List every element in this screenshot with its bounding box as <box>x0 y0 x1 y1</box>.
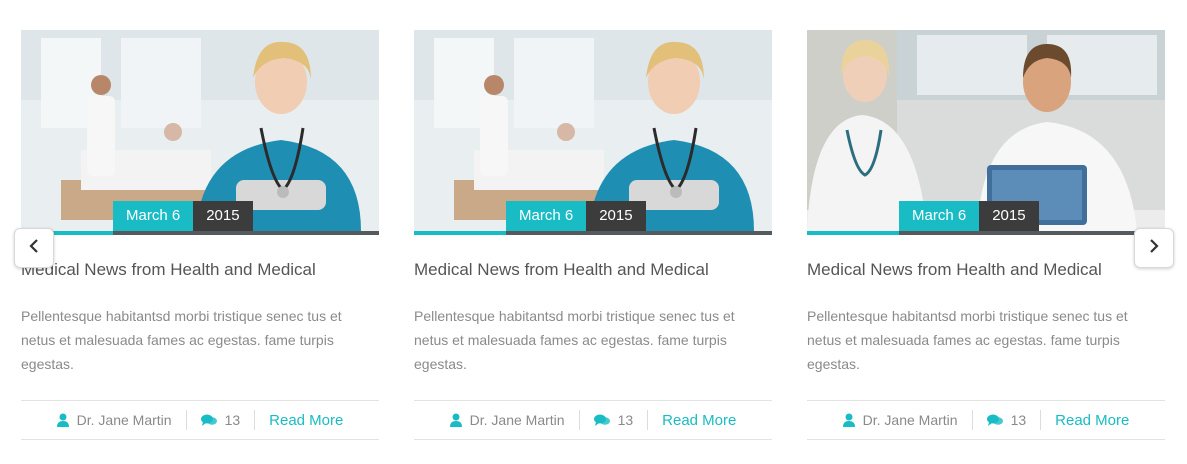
date-badge: March 6 2015 <box>899 201 1039 231</box>
comments-icon <box>593 414 610 427</box>
chevron-left-icon <box>29 238 39 258</box>
author: Dr. Jane Martin <box>436 412 579 428</box>
card-title[interactable]: Medical News from Health and Medical <box>807 260 1165 280</box>
card-meta: Dr. Jane Martin 13 Read More <box>414 400 772 440</box>
read-more-link[interactable]: Read More <box>662 412 736 429</box>
date-year: 2015 <box>979 201 1039 231</box>
carousel-next-button[interactable] <box>1134 228 1174 268</box>
card-title[interactable]: Medical News from Health and Medical <box>21 260 379 280</box>
comments: 13 <box>187 412 255 428</box>
author-name: Dr. Jane Martin <box>76 412 172 428</box>
date-day: March 6 <box>506 201 587 231</box>
user-icon <box>842 413 855 427</box>
read-more-link[interactable]: Read More <box>1055 412 1129 429</box>
date-badge: March 6 2015 <box>113 201 253 231</box>
carousel-prev-button[interactable] <box>14 228 54 268</box>
date-year: 2015 <box>586 201 646 231</box>
author: Dr. Jane Martin <box>829 412 972 428</box>
news-card: March 6 2015 Medical News from Health an… <box>414 30 772 440</box>
author-name: Dr. Jane Martin <box>469 412 565 428</box>
comment-count: 13 <box>617 412 634 428</box>
read-more-wrap: Read More <box>255 412 357 429</box>
card-title[interactable]: Medical News from Health and Medical <box>414 260 772 280</box>
card-excerpt: Pellentesque habitantsd morbi tristique … <box>807 308 1128 372</box>
comments: 13 <box>973 412 1041 428</box>
date-day: March 6 <box>113 201 194 231</box>
card-meta: Dr. Jane Martin 13 Read More <box>21 400 379 440</box>
card-excerpt: Pellentesque habitantsd morbi tristique … <box>21 308 342 372</box>
date-day: March 6 <box>899 201 980 231</box>
card-excerpt: Pellentesque habitantsd morbi tristique … <box>414 308 735 372</box>
comments-icon <box>986 414 1003 427</box>
date-badge: March 6 2015 <box>506 201 646 231</box>
image-underline <box>414 231 772 235</box>
comment-count: 13 <box>224 412 241 428</box>
chevron-right-icon <box>1149 238 1159 258</box>
image-underline <box>21 231 379 235</box>
image-underline <box>807 231 1165 235</box>
comments-icon <box>200 414 217 427</box>
author-name: Dr. Jane Martin <box>862 412 958 428</box>
user-icon <box>56 413 69 427</box>
news-card: March 6 2015 Medical News from Health an… <box>21 30 379 440</box>
read-more-wrap: Read More <box>648 412 750 429</box>
author: Dr. Jane Martin <box>43 412 186 428</box>
comment-count: 13 <box>1010 412 1027 428</box>
comments: 13 <box>580 412 648 428</box>
user-icon <box>449 413 462 427</box>
read-more-wrap: Read More <box>1041 412 1143 429</box>
date-year: 2015 <box>193 201 253 231</box>
card-meta: Dr. Jane Martin 13 Read More <box>807 400 1165 440</box>
read-more-link[interactable]: Read More <box>269 412 343 429</box>
news-card: March 6 2015 Medical News from Health an… <box>807 30 1165 440</box>
